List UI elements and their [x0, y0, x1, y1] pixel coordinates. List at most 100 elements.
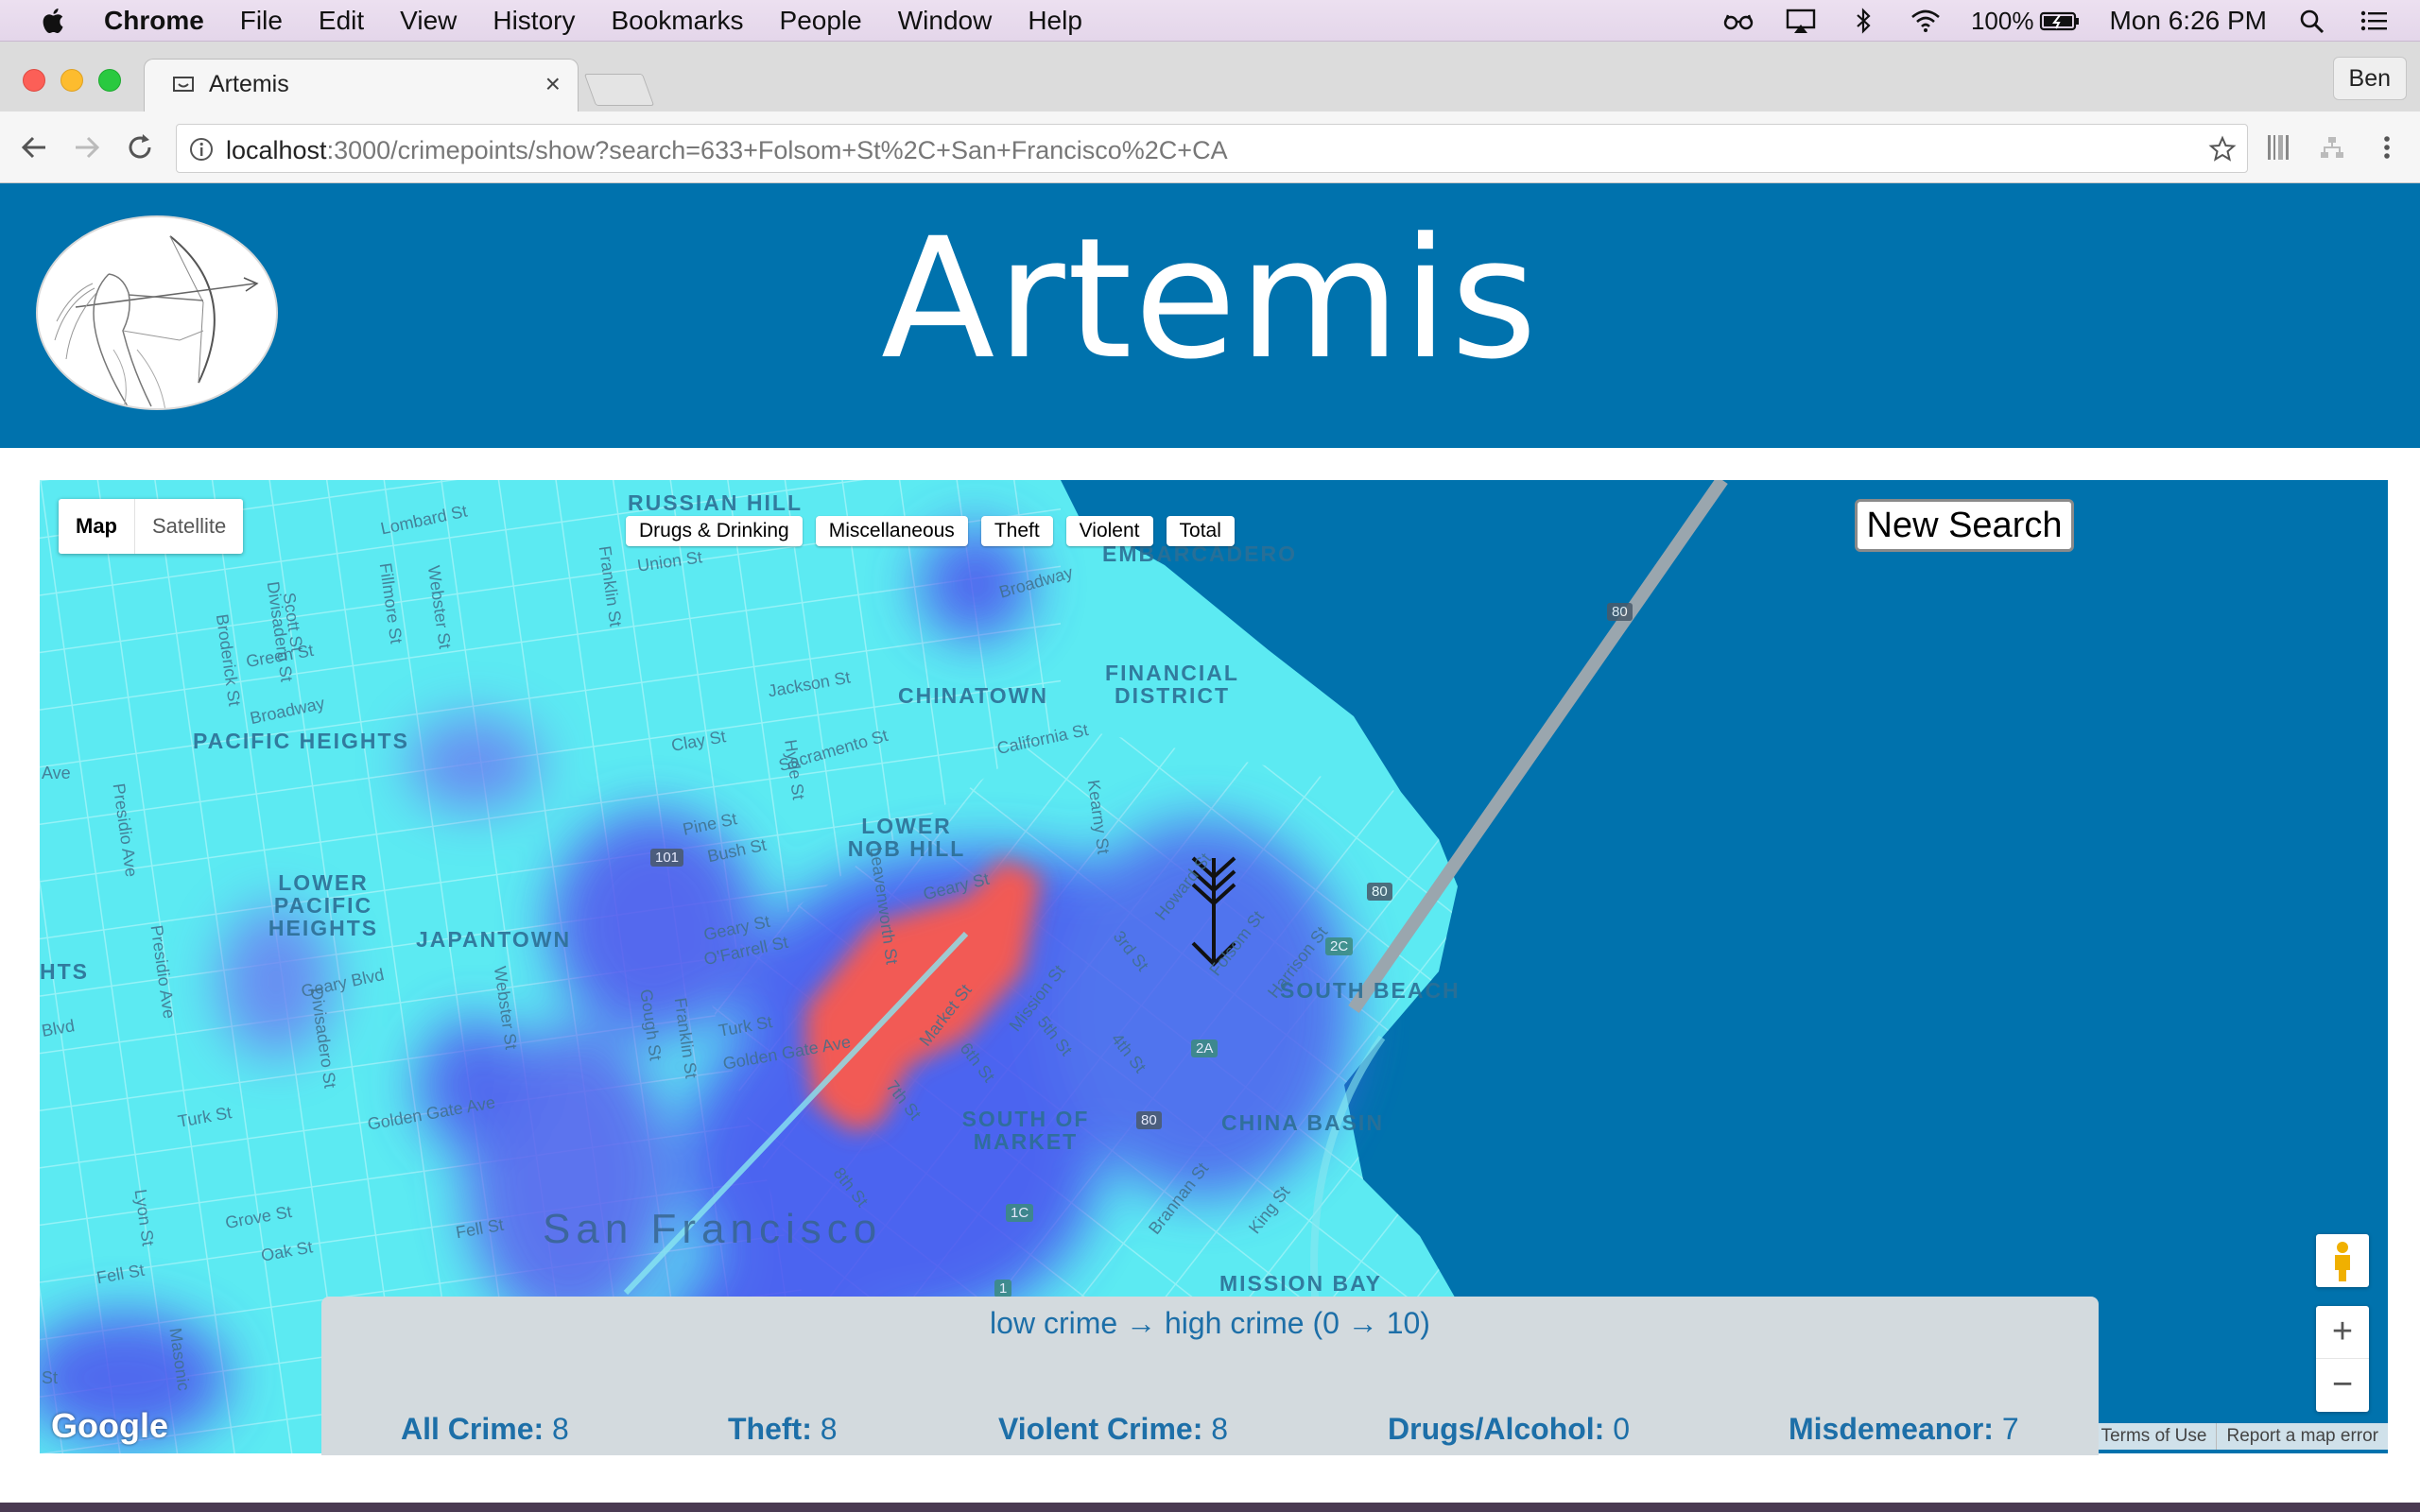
menu-people[interactable]: People	[780, 6, 862, 36]
crime-layer-buttons: Drugs & Drinking Miscellaneous Theft Vio…	[626, 516, 1248, 546]
battery-percent: 100%	[1970, 6, 2034, 35]
exit-shield-1: 1	[994, 1280, 1012, 1297]
stat-value: 0	[1613, 1412, 1631, 1446]
stat-value: 7	[2001, 1412, 2019, 1446]
exit-shield-1c: 1C	[1006, 1204, 1034, 1222]
street-view-pegman-icon[interactable]	[2316, 1234, 2369, 1287]
apple-icon[interactable]	[38, 5, 70, 37]
battery-icon[interactable]	[2039, 7, 2081, 35]
menu-help[interactable]: Help	[1028, 6, 1082, 36]
map-type-map-button[interactable]: Map	[59, 499, 135, 554]
new-tab-button[interactable]	[583, 74, 655, 106]
stat-misdemeanor: Misdemeanor: 7	[1789, 1412, 2019, 1447]
notification-center-icon[interactable]	[2358, 7, 2392, 35]
reload-icon[interactable]	[121, 129, 159, 166]
wifi-icon[interactable]	[1909, 7, 1943, 35]
site-title: Artemis	[880, 202, 1540, 396]
info-icon[interactable]	[188, 136, 215, 163]
label-financial-district: FINANCIAL DISTRICT	[1105, 661, 1239, 709]
exit-shield-2c: 2C	[1325, 937, 1354, 955]
layer-theft-button[interactable]: Theft	[980, 516, 1053, 546]
stat-label: Theft:	[728, 1412, 812, 1446]
highway-shield-101: 101	[650, 849, 684, 867]
label-south-beach: SOUTH BEACH	[1280, 978, 1461, 1003]
label-lower-nob-hill: LOWER NOB HILL	[847, 814, 966, 862]
window-zoom-button[interactable]	[98, 69, 121, 92]
stat-label: Drugs/Alcohol:	[1388, 1412, 1605, 1446]
macos-menu-bar: Chrome File Edit View History Bookmarks …	[0, 0, 2420, 42]
zoom-in-button[interactable]: +	[2316, 1306, 2369, 1359]
label-russian-hill: RUSSIAN HILL	[628, 490, 803, 515]
tab-favicon-icon	[173, 77, 194, 92]
label-mission-bay: MISSION BAY	[1219, 1271, 1382, 1296]
highway-shield-80-south: 80	[1136, 1111, 1162, 1129]
url-path: :3000/crimepoints/show?search=633+Folsom…	[326, 136, 1228, 164]
stat-all-crime: All Crime: 8	[401, 1412, 569, 1447]
dock-edge	[0, 1503, 2420, 1512]
new-search-button[interactable]: New Search	[1855, 499, 2074, 552]
menu-history[interactable]: History	[493, 6, 575, 36]
layer-drugs-button[interactable]: Drugs & Drinking	[626, 516, 803, 546]
layer-violent-button[interactable]: Violent	[1065, 516, 1153, 546]
highway-shield-80-soma: 80	[1367, 883, 1392, 901]
browser-tab[interactable]: Artemis ×	[144, 59, 579, 112]
label-pacific-heights: PACIFIC HEIGHTS	[193, 729, 409, 753]
menu-bookmarks[interactable]: Bookmarks	[611, 6, 743, 36]
address-bar[interactable]: localhost:3000/crimepoints/show?search=6…	[176, 124, 2248, 173]
extension-sitemap-icon[interactable]	[2318, 132, 2346, 163]
label-san-francisco: San Francisco	[543, 1206, 883, 1252]
stat-value: 8	[820, 1412, 838, 1446]
stat-theft: Theft: 8	[728, 1412, 838, 1447]
address-url[interactable]: localhost:3000/crimepoints/show?search=6…	[226, 136, 1228, 165]
stat-label: Violent Crime:	[998, 1412, 1203, 1446]
terms-of-use-link[interactable]: Terms of Use	[2092, 1423, 2217, 1450]
exit-shield-2a: 2A	[1191, 1040, 1219, 1057]
street-st-stub: St	[42, 1368, 59, 1387]
chrome-menu-icon[interactable]	[2373, 132, 2401, 163]
airplay-icon[interactable]	[1784, 7, 1818, 35]
back-arrow-icon[interactable]	[15, 129, 53, 166]
bluetooth-icon[interactable]	[1846, 7, 1880, 35]
glasses-icon[interactable]	[1721, 7, 1755, 35]
google-logo[interactable]: Google	[51, 1406, 168, 1446]
label-lower-pacific-heights: LOWER PACIFIC HEIGHTS	[268, 870, 379, 941]
layer-misc-button[interactable]: Miscellaneous	[815, 516, 968, 546]
report-map-error-link[interactable]: Report a map error	[2216, 1423, 2388, 1450]
stat-label: All Crime:	[401, 1412, 544, 1446]
zoom-out-button[interactable]: −	[2316, 1359, 2369, 1412]
spotlight-search-icon[interactable]	[2295, 7, 2329, 35]
menu-edit[interactable]: Edit	[319, 6, 364, 36]
stat-violent-crime: Violent Crime: 8	[998, 1412, 1228, 1447]
url-host: localhost	[226, 136, 327, 164]
menu-view[interactable]: View	[400, 6, 457, 36]
menu-clock[interactable]: Mon 6:26 PM	[2109, 6, 2267, 36]
layer-total-button[interactable]: Total	[1166, 516, 1235, 546]
label-hts: HTS	[40, 959, 89, 984]
map-type-control: Map Satellite	[59, 499, 244, 554]
map-attribution: Terms of Use Report a map error	[2091, 1423, 2388, 1450]
crime-scale-text: low crime → high crime (0 → 10)	[990, 1306, 1430, 1340]
label-china-basin: CHINA BASIN	[1221, 1110, 1384, 1135]
profile-button[interactable]: Ben	[2332, 57, 2407, 100]
tab-title: Artemis	[209, 71, 289, 97]
tab-close-icon[interactable]: ×	[545, 69, 561, 99]
extension-barcode-icon[interactable]	[2265, 132, 2293, 163]
window-close-button[interactable]	[23, 69, 45, 92]
highway-shield-80-bridge: 80	[1607, 603, 1633, 621]
stat-value: 8	[552, 1412, 569, 1446]
label-chinatown: CHINATOWN	[898, 683, 1048, 708]
crime-stats-panel: low crime → high crime (0 → 10) All Crim…	[321, 1297, 2099, 1455]
menu-window[interactable]: Window	[898, 6, 993, 36]
stat-value: 8	[1211, 1412, 1229, 1446]
label-south-of-market: SOUTH OF MARKET	[961, 1107, 1090, 1155]
zoom-control: + −	[2316, 1306, 2369, 1412]
map-type-satellite-button[interactable]: Satellite	[135, 499, 243, 554]
stat-label: Misdemeanor:	[1789, 1412, 1994, 1446]
bookmark-star-icon[interactable]	[2207, 134, 2238, 164]
label-japantown: JAPANTOWN	[416, 927, 572, 952]
street-ave: Ave	[42, 764, 71, 782]
forward-arrow-icon[interactable]	[68, 129, 106, 166]
window-minimize-button[interactable]	[60, 69, 83, 92]
menu-app-name[interactable]: Chrome	[104, 6, 204, 36]
menu-file[interactable]: File	[240, 6, 283, 36]
